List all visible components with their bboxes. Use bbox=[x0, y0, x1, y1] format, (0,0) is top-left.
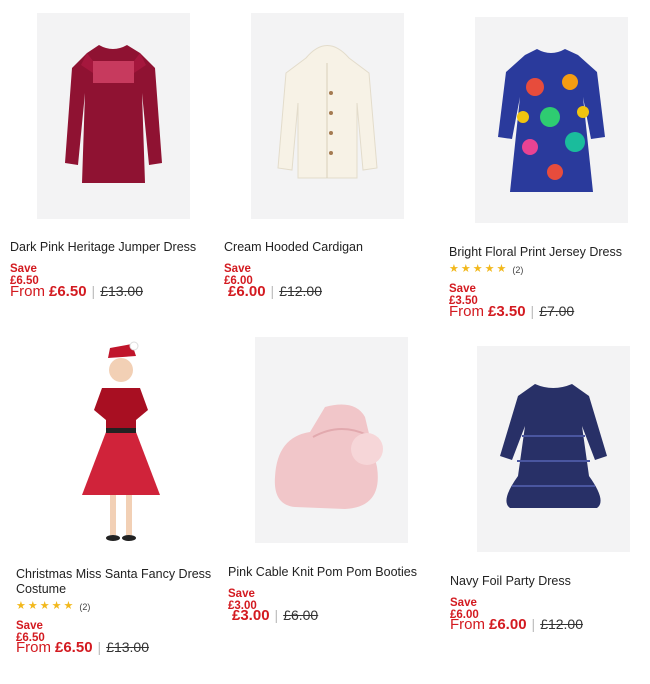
rating-stars: ★ ★ ★ ★ ★ (2) bbox=[16, 601, 90, 612]
cardigan-image bbox=[277, 45, 378, 179]
price-separator: | bbox=[91, 283, 96, 299]
product-image[interactable] bbox=[251, 13, 404, 219]
product-name[interactable]: Bright Floral Print Jersey Dress bbox=[449, 245, 644, 260]
jumper-dress-image bbox=[65, 45, 162, 183]
was-price: £13.00 bbox=[100, 283, 144, 299]
price-row: £6.00 | £12.00 bbox=[224, 283, 322, 300]
floral-dress-image bbox=[498, 49, 605, 192]
product-image[interactable] bbox=[475, 17, 628, 223]
was-price: £7.00 bbox=[539, 303, 575, 319]
product-image[interactable] bbox=[37, 13, 190, 219]
was-price: £6.00 bbox=[283, 607, 319, 623]
product-image[interactable] bbox=[40, 340, 203, 546]
party-dress-image bbox=[500, 384, 607, 508]
product-name[interactable]: Dark Pink Heritage Jumper Dress bbox=[10, 240, 210, 255]
star-icon: ★ bbox=[16, 600, 26, 612]
product-name[interactable]: Christmas Miss Santa Fancy Dress Costume bbox=[16, 567, 216, 597]
price-row: From £6.50 | £13.00 bbox=[16, 639, 149, 656]
current-price: £3.00 bbox=[232, 607, 270, 624]
price-row: From £6.00 | £12.00 bbox=[450, 616, 583, 633]
price-row: £3.00 | £6.00 bbox=[228, 607, 318, 624]
price-from-label: From bbox=[10, 283, 45, 300]
price-from-label: From bbox=[16, 639, 51, 656]
review-count[interactable]: (2) bbox=[79, 602, 90, 612]
product-name[interactable]: Pink Cable Knit Pom Pom Booties bbox=[228, 565, 438, 580]
price-from-label: From bbox=[450, 616, 485, 633]
star-icon: ★ bbox=[51, 600, 62, 612]
price-separator: | bbox=[530, 303, 535, 319]
current-price: £6.00 bbox=[228, 283, 266, 300]
price-row: From £3.50 | £7.00 bbox=[449, 303, 574, 320]
star-icon: ★ bbox=[460, 263, 471, 275]
product-name[interactable]: Cream Hooded Cardigan bbox=[224, 240, 424, 255]
price-separator: | bbox=[97, 639, 102, 655]
price-from-label: From bbox=[449, 303, 484, 320]
star-icon: ★ bbox=[496, 263, 507, 275]
current-price: £3.50 bbox=[488, 303, 526, 320]
star-icon: ★ bbox=[449, 263, 459, 275]
booties-image bbox=[274, 404, 383, 509]
price-separator: | bbox=[270, 283, 275, 299]
product-name[interactable]: Navy Foil Party Dress bbox=[450, 574, 645, 589]
price-row: From £6.50 | £13.00 bbox=[10, 283, 143, 300]
current-price: £6.50 bbox=[55, 639, 93, 656]
price-separator: | bbox=[531, 616, 536, 632]
product-image[interactable] bbox=[477, 346, 630, 552]
star-icon: ★ bbox=[472, 263, 483, 275]
rating-stars: ★ ★ ★ ★ ★ (2) bbox=[449, 264, 523, 275]
current-price: £6.00 bbox=[489, 616, 527, 633]
was-price: £13.00 bbox=[106, 639, 150, 655]
star-icon: ★ bbox=[484, 263, 495, 275]
review-count[interactable]: (2) bbox=[512, 265, 523, 275]
star-icon: ★ bbox=[27, 600, 38, 612]
santa-costume-image bbox=[82, 341, 160, 541]
star-icon: ★ bbox=[63, 600, 74, 612]
was-price: £12.00 bbox=[279, 283, 323, 299]
current-price: £6.50 bbox=[49, 283, 87, 300]
was-price: £12.00 bbox=[540, 616, 584, 632]
product-image[interactable] bbox=[255, 337, 408, 543]
star-icon: ★ bbox=[39, 600, 50, 612]
price-separator: | bbox=[274, 607, 279, 623]
